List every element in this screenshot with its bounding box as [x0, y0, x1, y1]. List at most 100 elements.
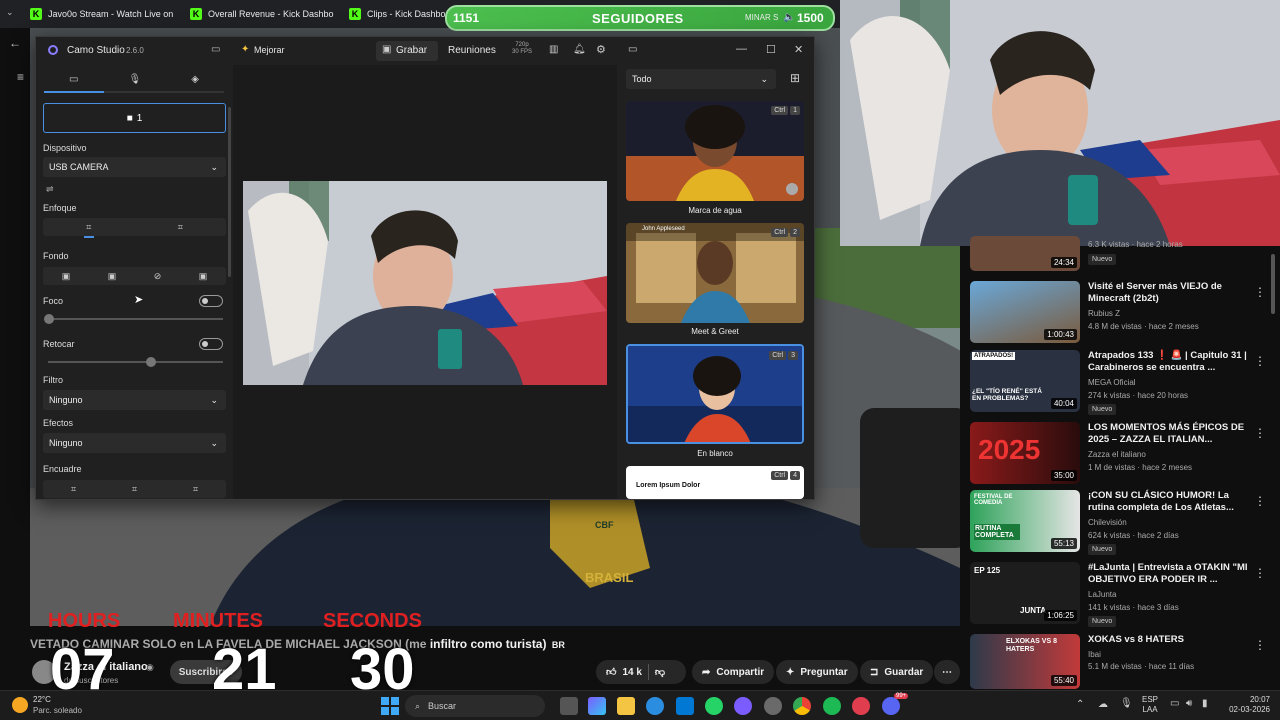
enhance-button[interactable]: Mejorar	[254, 45, 285, 55]
more-options-icon[interactable]: ⋮	[1254, 566, 1266, 580]
list-item[interactable]: FESTIVAL DE COMEDIA RUTINA COMPLETA 55:1…	[970, 490, 1270, 555]
overlay-filter-select[interactable]: Todo ⌄	[626, 69, 776, 89]
task-view-icon[interactable]	[560, 697, 578, 715]
taskbar-search[interactable]: ⌕ Buscar	[405, 695, 545, 717]
back-arrow-icon[interactable]: ←	[9, 36, 21, 50]
gear-icon[interactable]: ⚙	[596, 43, 606, 56]
save-button[interactable]: ⊐ Guardar	[860, 660, 934, 684]
list-item[interactable]: 2025 35:00 LOS MOMENTOS MÁS ÉPICOS DE 20…	[970, 422, 1270, 486]
whatsapp-icon[interactable]	[705, 697, 723, 715]
more-options-icon[interactable]: ⋮	[1254, 494, 1266, 508]
volume-icon[interactable]: 🔊︎	[1186, 698, 1192, 709]
retouch-toggle[interactable]	[199, 338, 223, 350]
weather-desc[interactable]: Parc. soleado	[33, 706, 82, 715]
camo-taskbar-icon[interactable]	[734, 697, 752, 715]
chevron-up-icon[interactable]: ⌃	[1076, 699, 1084, 710]
microphone-tray-icon[interactable]: 🎙︎	[1120, 698, 1133, 709]
thumbs-up-icon[interactable]: 👍︎	[606, 666, 616, 678]
device-select[interactable]: USB CAMERA ⌄	[43, 157, 226, 177]
list-item[interactable]: 24:34 6.3 K vistas · hace 2 horas Nuevo	[970, 236, 1270, 276]
more-options-icon[interactable]: ⋮	[1254, 354, 1266, 368]
windows-start-icon[interactable]	[381, 697, 399, 715]
video-thumbnail[interactable]: 1:00:43	[970, 281, 1080, 343]
settings-scrollbar[interactable]	[228, 107, 231, 277]
overlay-card-watermark[interactable]: Ctrl 1	[626, 101, 804, 201]
video-thumbnail[interactable]: 24:34	[970, 236, 1080, 271]
bell-icon[interactable]: 🔔︎	[573, 44, 586, 55]
file-explorer-icon[interactable]	[617, 697, 635, 715]
edge-icon[interactable]	[646, 697, 664, 715]
chrome-icon[interactable]	[793, 697, 811, 715]
menu-hamburger-icon[interactable]: ≡	[17, 70, 24, 84]
camera-tab-icon[interactable]: ▭	[69, 74, 78, 85]
video-thumbnail[interactable]: ATRAPADOS! ¿EL "TÍO RENÉ" ESTÁ EN PROBLE…	[970, 350, 1080, 412]
video-thumbnail[interactable]: EP 125 JUNTA 1:06:25	[970, 562, 1080, 624]
video-title[interactable]: #LaJunta | Entrevista a OTAKIN "MI OBJET…	[1088, 562, 1248, 586]
list-item[interactable]: EP 125 JUNTA 1:06:25 #LaJunta | Entrevis…	[970, 562, 1270, 627]
video-thumbnail[interactable]: 2025 35:00	[970, 422, 1080, 484]
clock[interactable]: 20:07 02-03-2026	[1226, 695, 1270, 715]
more-options-icon[interactable]: ⋮	[1254, 426, 1266, 440]
browser-tab-revenue[interactable]: K Overall Revenue - Kick Dashbo ✕	[190, 4, 338, 24]
list-item[interactable]: 1:00:43 Visité el Server más VIEJO de Mi…	[970, 281, 1270, 345]
meetings-button[interactable]: Reuniones	[448, 45, 496, 56]
list-item[interactable]: ELXOKAS VS 8 HATERS 55:40 XOKAS vs 8 HAT…	[970, 634, 1270, 689]
retouch-slider[interactable]	[48, 357, 223, 367]
framing-off-icon[interactable]: ⌗	[71, 484, 76, 495]
manual-focus-icon[interactable]: ⌗	[178, 222, 183, 233]
thumbs-down-icon[interactable]: 👎︎	[655, 666, 665, 678]
share-button[interactable]: ➦ Compartir	[692, 660, 775, 684]
panel-toggle-icon[interactable]: ▭	[628, 44, 637, 55]
record-button[interactable]: ▣ Grabar	[376, 41, 438, 61]
more-options-icon[interactable]: ⋮	[1254, 285, 1266, 299]
discord-icon[interactable]	[882, 697, 900, 715]
video-thumbnail[interactable]: FESTIVAL DE COMEDIA RUTINA COMPLETA 55:1…	[970, 490, 1080, 552]
overlay-card-blank[interactable]: Ctrl 3	[626, 344, 804, 444]
browser-tab-clips[interactable]: K Clips - Kick Dashboard	[349, 4, 445, 24]
copilot-icon[interactable]	[588, 697, 606, 715]
ask-button[interactable]: ✦ Preguntar	[776, 660, 858, 684]
framing-follow-icon[interactable]: ⌗	[193, 484, 198, 495]
language-indicator[interactable]: ESP LAA	[1142, 695, 1158, 715]
channel-name[interactable]: LaJunta	[1088, 590, 1116, 599]
retouch-slider-knob[interactable]	[146, 357, 156, 367]
video-title[interactable]: XOKAS vs 8 HATERS	[1088, 634, 1248, 646]
browser-tab-stream[interactable]: K Javo0o Stream - Watch Live on ✕	[30, 4, 178, 24]
foco-toggle[interactable]	[199, 295, 223, 307]
maximize-icon[interactable]: ☐	[766, 43, 776, 56]
app-red-icon[interactable]	[852, 697, 870, 715]
like-count[interactable]: 14 k	[622, 667, 641, 678]
channel-name[interactable]: MEGA Oficial	[1088, 378, 1136, 387]
sidebar-toggle-icon[interactable]: ▭	[211, 44, 220, 55]
background-blur-icon[interactable]: ▣	[108, 271, 117, 282]
channel-name[interactable]: Ibai	[1088, 650, 1101, 659]
spotify-icon[interactable]	[823, 697, 841, 715]
overlay-card-lorem[interactable]: Lorem Ipsum Dolor Ctrl 4	[626, 466, 804, 499]
cloud-icon[interactable]: ☁	[1098, 699, 1108, 710]
background-replace-icon[interactable]: ▣	[199, 271, 208, 282]
more-actions-button[interactable]: ⋯	[934, 660, 960, 684]
foco-slider-knob[interactable]	[44, 314, 54, 324]
app-icon[interactable]	[764, 697, 782, 715]
video-title[interactable]: LOS MOMENTOS MÁS ÉPICOS DE 2025 – ZAZZA …	[1088, 422, 1248, 446]
video-title[interactable]: Atrapados 133 ❗ 🚨 | Capitulo 31 | Carabi…	[1088, 350, 1248, 374]
layers-tab-icon[interactable]: ◈	[191, 74, 199, 85]
channel-name[interactable]: Chilevisión	[1088, 518, 1127, 527]
store-icon[interactable]	[676, 697, 694, 715]
auto-focus-icon[interactable]: ⌗	[86, 222, 91, 233]
video-title[interactable]: ¡CON SU CLÁSICO HUMOR! La rutina complet…	[1088, 490, 1248, 514]
background-off-icon[interactable]: ⊘	[154, 271, 162, 282]
weather-temp[interactable]: 22°C	[33, 695, 51, 704]
microphone-tab-icon[interactable]: 🎙︎	[129, 74, 142, 85]
network-icon[interactable]: ▭	[1170, 698, 1179, 709]
channel-name[interactable]: Rubius Z	[1088, 309, 1120, 318]
sidebar-scrollbar[interactable]	[1271, 254, 1275, 314]
foco-slider[interactable]	[44, 314, 223, 324]
filter-select[interactable]: Ninguno ⌄	[43, 390, 226, 410]
minimize-icon[interactable]: —	[736, 43, 747, 55]
framing-center-icon[interactable]: ⌗	[132, 484, 137, 495]
split-view-icon[interactable]: ▥	[549, 44, 558, 55]
more-options-icon[interactable]: ⋮	[1254, 638, 1266, 652]
tab-list-chevron-icon[interactable]: ⌄	[6, 7, 14, 18]
video-thumbnail[interactable]: ELXOKAS VS 8 HATERS 55:40	[970, 634, 1080, 689]
